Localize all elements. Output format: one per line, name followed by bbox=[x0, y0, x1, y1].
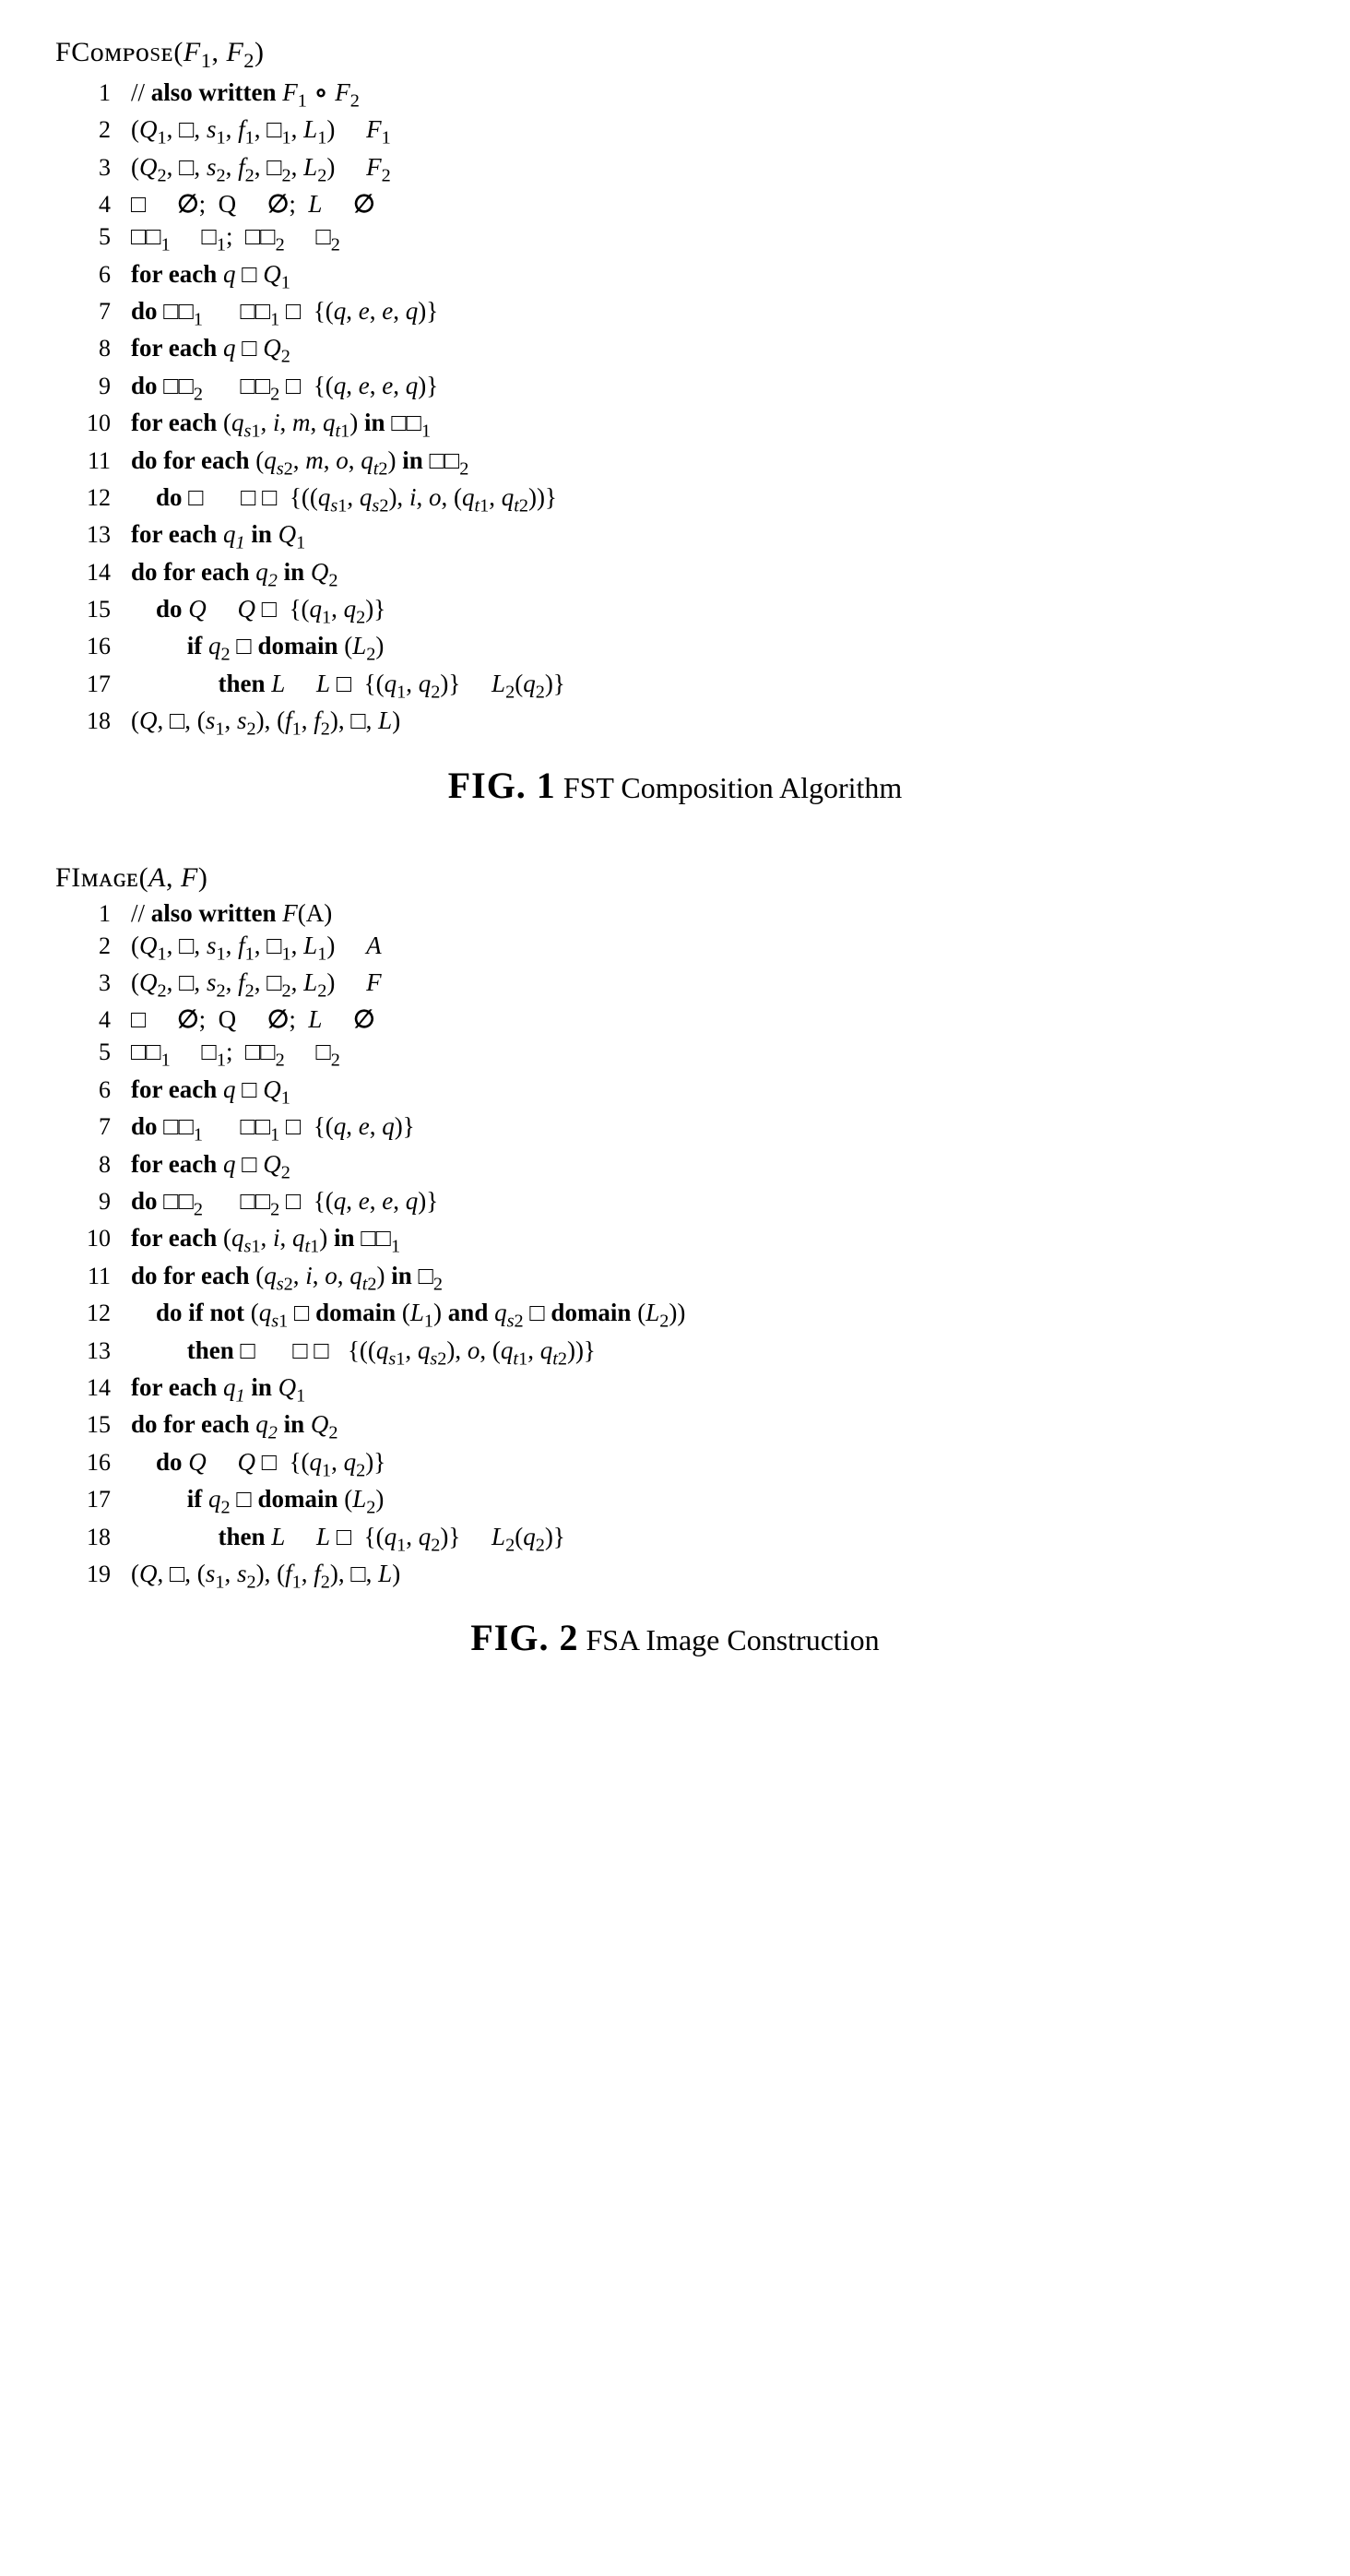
code-line: 7do □□1 □□1 □ {(q, e, q)} bbox=[55, 1112, 1295, 1146]
code-line: 4□ ∅; Q ∅; L ∅ bbox=[55, 1005, 1295, 1034]
code-line: 7do □□1 □□1 □ {(q, e, e, q)} bbox=[55, 297, 1295, 330]
code-line: 11do for each (qs2, i, o, qt2) in □2 bbox=[55, 1262, 1295, 1295]
code-line: 14for each q1 in Q1 bbox=[55, 1373, 1295, 1407]
code-line: 3(Q2, □, s2, f2, □2, L2) F2 bbox=[55, 153, 1295, 186]
code-line: 1// also written F(A) bbox=[55, 899, 1295, 928]
code-line: 5□□1 □1; □□2 □2 bbox=[55, 1038, 1295, 1071]
code-line: 13for each q1 in Q1 bbox=[55, 520, 1295, 553]
code-line: 16 if q2 □ domain (L2) bbox=[55, 632, 1295, 665]
code-line: 10for each (qs1, i, m, qt1) in □□1 bbox=[55, 409, 1295, 442]
figure-text: FST Composition Algorithm bbox=[563, 771, 902, 804]
code-line: 12 do □ □ □ {((qs1, qs2), i, o, (qt1, qt… bbox=[55, 483, 1295, 516]
code-line: 1// also written F1 ∘ F2 bbox=[55, 78, 1295, 112]
code-line: 15 do Q Q □ {(q1, q2)} bbox=[55, 595, 1295, 628]
algo-title-1: FCᴏᴍᴘᴏsᴇ(F1, F2) bbox=[55, 37, 1295, 73]
code-line: 5□□1 □1; □□2 □2 bbox=[55, 222, 1295, 255]
figure-text: FSA Image Construction bbox=[586, 1623, 879, 1656]
figure-1-caption: FIG. 1 FST Composition Algorithm bbox=[55, 764, 1295, 807]
code-line: 13 then □ □ □ {((qs1, qs2), o, (qt1, qt2… bbox=[55, 1336, 1295, 1370]
algo-title-2: FIᴍᴀɢᴇ(A, F) bbox=[55, 862, 1295, 894]
code-line: 18 then L L □ {(q1, q2)} L2(q2)} bbox=[55, 1523, 1295, 1556]
figure-1: FCᴏᴍᴘᴏsᴇ(F1, F2) 1// also written F1 ∘ F… bbox=[55, 37, 1295, 807]
code-line: 6for each q □ Q1 bbox=[55, 1075, 1295, 1109]
code-line: 4□ ∅; Q ∅; L ∅ bbox=[55, 190, 1295, 219]
code-line: 10for each (qs1, i, qt1) in □□1 bbox=[55, 1224, 1295, 1257]
code-line: 15do for each q2 in Q2 bbox=[55, 1410, 1295, 1443]
code-line: 3(Q2, □, s2, f2, □2, L2) F bbox=[55, 968, 1295, 1002]
code-line: 2(Q1, □, s1, f1, □1, L1) F1 bbox=[55, 115, 1295, 148]
figure-label: FIG. 1 bbox=[448, 765, 556, 806]
code-line: 9do □□2 □□2 □ {(q, e, e, q)} bbox=[55, 372, 1295, 405]
code-line: 12 do if not (qs1 □ domain (L1) and qs2 … bbox=[55, 1299, 1295, 1332]
code-line: 17 if q2 □ domain (L2) bbox=[55, 1485, 1295, 1518]
code-line: 16 do Q Q □ {(q1, q2)} bbox=[55, 1448, 1295, 1481]
code-line: 18(Q, □, (s1, s2), (f1, f2), □, L) bbox=[55, 706, 1295, 740]
code-line: 17 then L L □ {(q1, q2)} L2(q2)} bbox=[55, 670, 1295, 703]
code-line: 9do □□2 □□2 □ {(q, e, e, q)} bbox=[55, 1187, 1295, 1220]
code-line: 2(Q1, □, s1, f1, □1, L1) A bbox=[55, 932, 1295, 965]
code-line: 8for each q □ Q2 bbox=[55, 1150, 1295, 1183]
code-line: 6for each q □ Q1 bbox=[55, 260, 1295, 293]
figure-2: FIᴍᴀɢᴇ(A, F) 1// also written F(A) 2(Q1,… bbox=[55, 862, 1295, 1660]
figure-2-caption: FIG. 2 FSA Image Construction bbox=[55, 1616, 1295, 1659]
code-line: 11do for each (qs2, m, o, qt2) in □□2 bbox=[55, 446, 1295, 480]
code-line: 14do for each q2 in Q2 bbox=[55, 558, 1295, 591]
figure-label: FIG. 2 bbox=[470, 1617, 578, 1658]
code-line: 8for each q □ Q2 bbox=[55, 334, 1295, 367]
code-line: 19(Q, □, (s1, s2), (f1, f2), □, L) bbox=[55, 1560, 1295, 1593]
